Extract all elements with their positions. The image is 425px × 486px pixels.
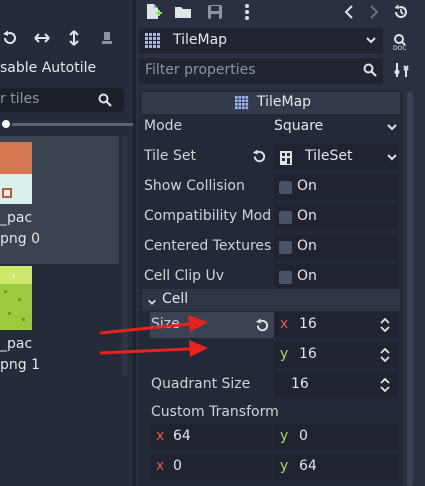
history-back-icon[interactable] <box>341 3 359 25</box>
search-icon <box>98 93 112 111</box>
transform-xy-field[interactable] <box>274 424 398 450</box>
chevron-down-icon <box>386 151 398 167</box>
transform-xx-field[interactable] <box>150 424 272 450</box>
tile-thumbnail <box>0 266 32 330</box>
size-label: Size <box>151 316 180 332</box>
transform-xy-value: 0 <box>299 428 308 444</box>
history-icon[interactable] <box>392 3 410 25</box>
spinner-arrows-icon[interactable] <box>379 377 391 396</box>
chevron-down-icon <box>147 295 157 311</box>
filter-properties-placeholder: Filter properties <box>145 62 256 78</box>
tile-name-line2: png 0 <box>0 231 41 247</box>
transform-yy-value: 64 <box>299 458 317 474</box>
tile-name-line2: png 1 <box>0 357 41 373</box>
flip-horizontal-icon[interactable] <box>34 30 50 51</box>
tile-set-label: Tile Set <box>144 148 196 164</box>
disable-autotile-checkbox[interactable]: sable Autotile <box>0 60 96 76</box>
tilemap-icon <box>145 33 161 53</box>
history-forward-icon[interactable] <box>364 3 382 25</box>
svg-text:DOC: DOC <box>393 45 407 51</box>
spinner-arrows-icon[interactable] <box>379 347 391 366</box>
size-x-axis-label: x <box>280 316 289 332</box>
chevron-down-icon <box>386 121 398 137</box>
cell-clip-uv-field <box>274 264 398 290</box>
compatibility-mode-checkbox[interactable] <box>279 211 292 224</box>
cell-clip-uv-checkbox[interactable] <box>279 271 292 284</box>
flip-vertical-icon[interactable] <box>66 30 82 51</box>
object-picker-label: TileMap <box>173 32 228 48</box>
cell-group-header[interactable]: Cell <box>142 289 400 311</box>
mode-label: Mode <box>144 118 183 134</box>
cell-clip-uv-label: Cell Clip Uv <box>144 268 225 284</box>
show-collision-value: On <box>297 178 317 194</box>
search-icon <box>363 63 377 81</box>
zoom-slider-handle[interactable] <box>0 118 12 130</box>
inspector-scrollbar-thumb[interactable] <box>407 92 413 486</box>
chevron-down-icon <box>365 34 377 50</box>
rotate-left-icon[interactable] <box>2 30 18 51</box>
properties-panel: TileMap Mode Square Tile Set TileSet Sho… <box>139 90 403 486</box>
tile-filter-placeholder: r tiles <box>0 91 40 107</box>
transform-xy-axis-label: y <box>280 428 289 444</box>
size-y-axis-label: y <box>280 346 289 362</box>
transform-yy-field[interactable] <box>274 454 398 480</box>
tile-list-item[interactable]: _pac png 1 <box>0 264 119 382</box>
filter-properties-input[interactable]: Filter properties <box>139 58 383 84</box>
tile-set-value: TileSet <box>305 148 353 164</box>
transform-xx-axis-label: x <box>156 428 165 444</box>
transform-yx-field[interactable] <box>150 454 272 480</box>
compatibility-mode-value: On <box>297 208 317 224</box>
disable-autotile-label: sable Autotile <box>0 60 97 76</box>
tileset-icon <box>279 150 293 170</box>
tile-name-line1: _pac <box>0 336 33 352</box>
cell-group-title: Cell <box>162 291 189 307</box>
centered-textures-checkbox[interactable] <box>279 241 292 254</box>
zoom-slider-track[interactable] <box>0 123 133 126</box>
tile-name-line1: _pac <box>0 210 33 226</box>
save-icon[interactable] <box>206 3 224 25</box>
property-tools-icon[interactable] <box>394 62 410 82</box>
show-collision-label: Show Collision <box>144 178 245 194</box>
quadrant-size-label: Quadrant Size <box>151 376 251 392</box>
quadrant-size-value: 16 <box>291 376 309 392</box>
size-y-value: 16 <box>299 346 317 362</box>
mode-value: Square <box>274 118 324 134</box>
centered-textures-value: On <box>297 238 317 254</box>
compatibility-mode-label: Compatibility Mod <box>144 208 272 224</box>
tile-thumbnail <box>0 142 32 204</box>
object-picker[interactable]: TileMap <box>139 28 383 54</box>
revert-icon[interactable] <box>252 149 267 168</box>
centered-textures-field <box>274 234 398 260</box>
show-collision-field <box>274 174 398 200</box>
class-section-header: TileMap <box>142 92 400 114</box>
inspector-scrollbar[interactable] <box>406 92 414 486</box>
size-x-value: 16 <box>299 316 317 332</box>
transform-yx-value: 0 <box>173 458 182 474</box>
tile-list-scrollbar[interactable] <box>122 136 128 376</box>
more-vertical-icon[interactable] <box>238 3 256 25</box>
tile-palette-panel: sable Autotile r tiles _pac png 0 _pac p… <box>0 0 133 486</box>
object-docs-icon[interactable]: DOC <box>391 31 411 55</box>
tile-list-item[interactable]: _pac png 0 <box>0 136 119 264</box>
new-resource-icon[interactable] <box>144 3 162 25</box>
revert-icon[interactable] <box>255 318 270 337</box>
transform-xx-value: 64 <box>173 428 191 444</box>
cell-clip-uv-value: On <box>297 268 317 284</box>
transform-yx-axis-label: x <box>156 458 165 474</box>
compatibility-mode-field <box>274 204 398 230</box>
centered-textures-label: Centered Textures <box>144 238 272 254</box>
clear-transform-icon[interactable] <box>99 30 115 51</box>
spinner-arrows-icon[interactable] <box>379 317 391 336</box>
show-collision-checkbox[interactable] <box>279 181 292 194</box>
transform-yy-axis-label: y <box>280 458 289 474</box>
class-section-title: TileMap <box>257 94 312 110</box>
custom-transform-label: Custom Transform <box>151 404 279 420</box>
inspector-panel: TileMap DOC Filter properties TileMap Mo… <box>133 0 425 486</box>
tilemap-icon <box>235 96 249 114</box>
open-folder-icon[interactable] <box>174 3 192 25</box>
